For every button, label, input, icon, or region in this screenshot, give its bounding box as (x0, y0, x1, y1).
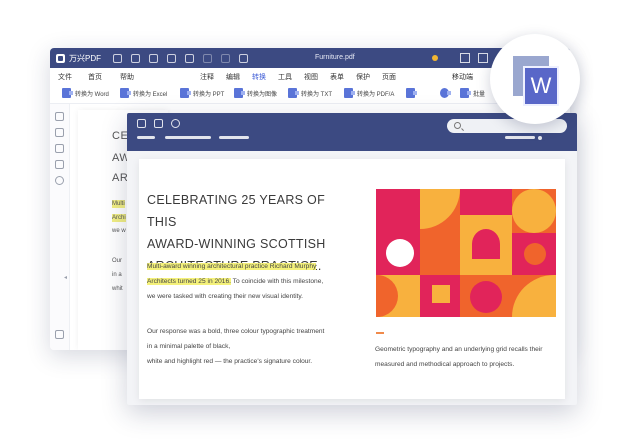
menu-item-tools[interactable]: 工具 (278, 72, 292, 82)
paragraph-text: we were tasked with creating their new v… (147, 293, 304, 300)
heading-line: AWARD-WINNING SCOTTISH (147, 237, 326, 251)
search-icon[interactable] (55, 176, 64, 185)
batch-button[interactable]: 批量 (460, 88, 485, 98)
caption-accent-line (376, 332, 384, 334)
paragraph-text: white and highlight red — the practice's… (147, 358, 313, 365)
back-text: whit (112, 286, 123, 292)
thumbnails-icon[interactable] (55, 112, 64, 121)
back-text: we w (112, 228, 126, 234)
back-highlight-text: Multi (112, 200, 125, 208)
menu-item-home[interactable]: 首页 (88, 72, 102, 82)
undo-icon[interactable] (203, 53, 212, 63)
response-paragraph: Our response was a bold, three colour ty… (147, 324, 324, 369)
convert-to-excel-button[interactable]: 转换为 Excel (120, 88, 167, 98)
word-badge: W (490, 34, 580, 124)
customize-icon[interactable] (239, 53, 248, 63)
highlighted-text[interactable]: Multi-award winning architectural practi… (147, 263, 317, 270)
undo-icon[interactable] (171, 119, 180, 128)
convert-to-ppt-button[interactable]: 转换为 PPT (180, 88, 224, 98)
paragraph-text: in a minimal palette of black, (147, 343, 231, 350)
image-file-icon (234, 88, 245, 98)
print-icon[interactable] (167, 53, 176, 63)
intro-paragraph: Multi-award winning architectural practi… (147, 259, 323, 304)
back-heading-line: CE (112, 130, 129, 142)
more-dot-icon[interactable] (538, 136, 542, 140)
paragraph-text: Our response was a bold, three colour ty… (147, 328, 325, 335)
menu-item-file[interactable]: 文件 (58, 72, 72, 82)
pdfa-file-icon (344, 88, 355, 98)
save-icon[interactable] (154, 119, 163, 128)
word-icon: W (523, 66, 559, 106)
menu-item-edit[interactable]: 编辑 (226, 72, 240, 82)
convert-to-image-button[interactable]: 转换为图像 (234, 88, 277, 98)
paragraph-text: To coincide with this milestone, (230, 278, 324, 285)
redo-icon[interactable] (221, 53, 230, 63)
geometric-artwork (376, 189, 556, 317)
txt-file-icon (288, 88, 299, 98)
heading-line: CELEBRATING 25 YEARS OF THIS (147, 193, 326, 229)
reader-top-bar (127, 113, 577, 151)
notification-dot-icon[interactable] (432, 55, 438, 61)
window-maximize-button[interactable] (478, 53, 488, 63)
convert-to-word-button[interactable]: 转换为 Word (62, 88, 109, 98)
word-file-icon (62, 88, 73, 98)
more-formats-icon (406, 88, 417, 98)
back-highlight-text: Archi (112, 214, 126, 222)
reader-window: CELEBRATING 25 YEARS OF THIS AWARD-WINNI… (127, 113, 577, 405)
artwork-caption: Geometric typography and an underlying g… (375, 342, 565, 372)
attachment-icon[interactable] (55, 160, 64, 169)
collapse-arrow-icon[interactable]: ◂ (64, 274, 67, 281)
page-indicator (505, 136, 535, 139)
more-formats-button[interactable] (406, 88, 419, 98)
search-icon (454, 122, 461, 129)
quick-access-bar (113, 53, 257, 63)
menu-item-help[interactable]: 帮助 (120, 72, 134, 82)
back-text: Our (112, 258, 123, 264)
app-name: 万兴PDF (69, 53, 101, 63)
left-sidebar: ◂ (50, 104, 70, 350)
mail-icon[interactable] (149, 53, 158, 63)
tab-placeholder[interactable] (165, 136, 211, 139)
back-heading-line: AR (112, 172, 129, 184)
comment-icon[interactable] (55, 144, 64, 153)
tab-placeholder[interactable] (219, 136, 249, 139)
window-minimize-button[interactable] (460, 53, 470, 63)
gear-icon (440, 88, 451, 98)
forward-icon[interactable] (185, 53, 194, 63)
menu-item-page[interactable]: 页面 (382, 72, 396, 82)
settings-button[interactable] (440, 88, 453, 98)
back-text: in a (112, 272, 122, 278)
menu-item-form[interactable]: 表单 (330, 72, 344, 82)
convert-to-pdfa-button[interactable]: 转换为 PDF/A (344, 88, 394, 98)
file-name: Furniture.pdf (315, 54, 355, 61)
document-page: CELEBRATING 25 YEARS OF THIS AWARD-WINNI… (139, 159, 565, 399)
ppt-file-icon (180, 88, 191, 98)
bookmark-icon[interactable] (55, 128, 64, 137)
save-icon[interactable] (131, 53, 140, 63)
menu-item-convert[interactable]: 转换 (252, 72, 266, 85)
convert-to-txt-button[interactable]: 转换为 TXT (288, 88, 332, 98)
home-icon[interactable] (137, 119, 146, 128)
menu-item-view[interactable]: 视图 (304, 72, 318, 82)
app-logo-icon (56, 53, 65, 63)
tab-placeholder[interactable] (137, 136, 155, 139)
open-folder-icon[interactable] (113, 53, 122, 63)
caption-text: Geometric typography and an underlying g… (375, 346, 543, 353)
menu-item-protect[interactable]: 保护 (356, 72, 370, 82)
mobile-link[interactable]: 移动端 (452, 72, 473, 82)
caption-text: measured and methodical approach to proj… (375, 361, 515, 368)
highlighted-text[interactable]: Architects turned 25 in 2016. (147, 278, 231, 285)
file-info-icon[interactable] (55, 330, 64, 339)
excel-file-icon (120, 88, 131, 98)
batch-icon (460, 88, 471, 98)
menu-item-comment[interactable]: 注释 (200, 72, 214, 82)
